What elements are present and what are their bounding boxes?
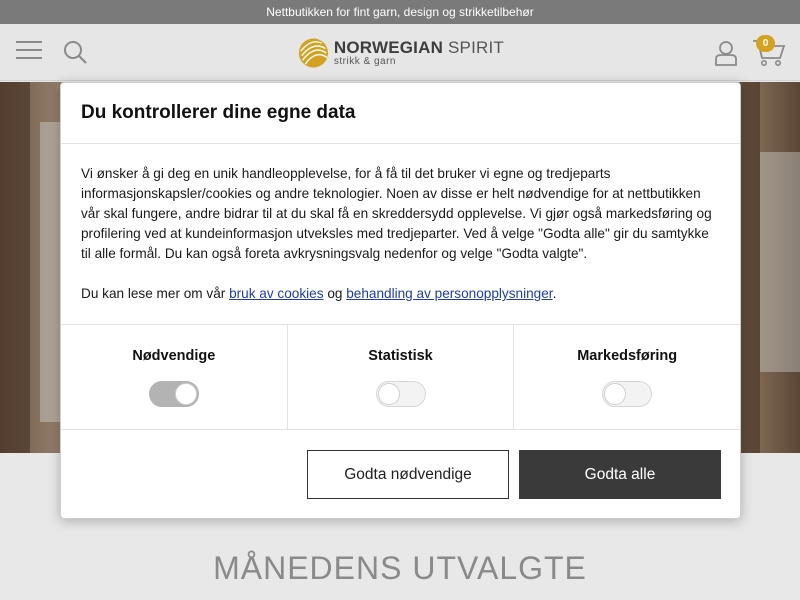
consent-body: Vi ønsker å gi deg en unik handleoppleve… <box>81 164 721 324</box>
logo-tagline: strikk & garn <box>333 56 396 67</box>
site-logo[interactable]: NORWEGIAN SPIRIT strikk & garn <box>298 35 504 71</box>
announcement-text: Nettbutikken for fint garn, design og st… <box>266 5 534 19</box>
consent-category-statistics: Statistisk <box>288 325 515 429</box>
divider <box>61 143 740 144</box>
category-label: Markedsføring <box>577 348 678 364</box>
category-label: Nødvendige <box>132 348 216 364</box>
menu-icon[interactable] <box>16 41 42 61</box>
necessary-toggle[interactable] <box>148 381 199 407</box>
consent-category-necessary: Nødvendige <box>61 325 288 429</box>
consent-read-more: Du kan lese mer om vår bruk av cookies o… <box>81 286 557 301</box>
user-icon[interactable] <box>714 40 738 66</box>
logo-brand-light: SPIRIT <box>448 38 504 57</box>
announcement-bar: Nettbutikken for fint garn, design og st… <box>0 0 800 24</box>
yarn-ball-icon <box>298 38 328 68</box>
statistics-toggle[interactable] <box>375 381 426 407</box>
consent-intro: Vi ønsker å gi deg en unik handleoppleve… <box>81 166 712 261</box>
accept-all-button[interactable]: Godta alle <box>519 450 721 499</box>
cart-count-badge: 0 <box>756 35 775 52</box>
consent-category-marketing: Markedsføring <box>514 325 740 429</box>
cookie-consent-dialog: Du kontrollerer dine egne data Vi ønsker… <box>60 82 741 519</box>
consent-title: Du kontrollerer dine egne data <box>81 102 356 123</box>
search-icon[interactable] <box>63 40 87 64</box>
accept-necessary-button[interactable]: Godta nødvendige <box>307 450 509 499</box>
marketing-toggle[interactable] <box>602 381 653 407</box>
site-header: NORWEGIAN SPIRIT strikk & garn <box>0 24 800 81</box>
cookies-link[interactable]: bruk av cookies <box>229 286 323 301</box>
consent-categories: Nødvendige Statistisk Markedsføring <box>61 324 740 430</box>
logo-brand-bold: NORWEGIAN <box>333 38 444 57</box>
section-title: MÅNEDENS UTVALGTE <box>213 550 587 586</box>
personal-data-link[interactable]: behandling av personopplysninger <box>346 286 552 301</box>
category-label: Statistisk <box>368 348 433 364</box>
